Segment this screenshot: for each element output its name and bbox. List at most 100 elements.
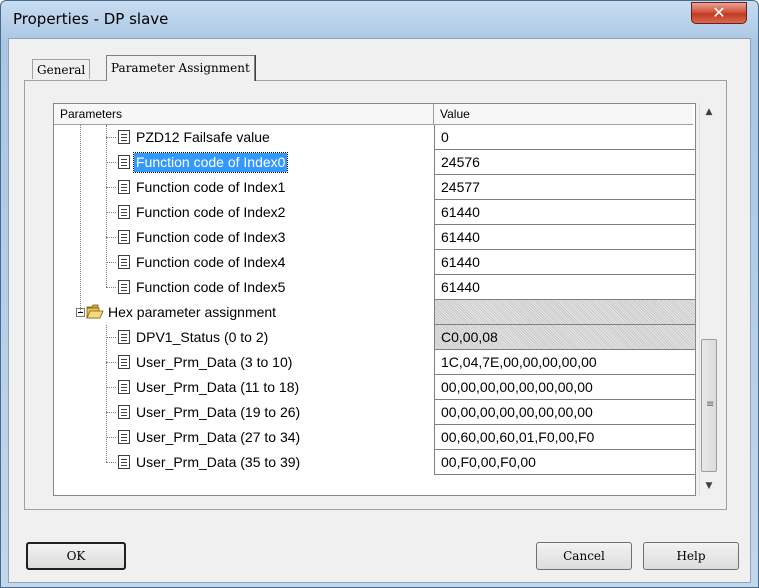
parameter-label: Function code of Index5 <box>136 279 286 295</box>
parameter-row[interactable]: DPV1_Status (0 to 2) C0,00,08 <box>54 325 695 350</box>
parameter-row[interactable]: User_Prm_Data (27 to 34) 00,60,00,60,01,F… <box>54 425 695 450</box>
document-icon <box>118 355 130 369</box>
parameter-value-cell[interactable]: 61440 <box>434 250 695 275</box>
window-title: Properties - DP slave <box>13 10 169 28</box>
document-icon <box>118 405 130 419</box>
parameter-name-cell[interactable]: Hex parameter assignment <box>54 300 434 325</box>
parameter-grid: Parameters Value PZD12 Failsafe value 0 Fu… <box>53 103 696 496</box>
parameter-name-cell[interactable]: Function code of Index0 <box>54 150 434 175</box>
tree-connector <box>106 387 116 388</box>
parameter-label: Function code of Index0 <box>132 152 289 173</box>
document-icon <box>118 230 130 244</box>
tree-connector <box>106 412 116 413</box>
parameter-row[interactable]: User_Prm_Data (3 to 10) 1C,04,7E,00,00,00… <box>54 350 695 375</box>
tree-connector <box>106 262 116 263</box>
parameter-row[interactable]: User_Prm_Data (19 to 26) 00,00,00,00,00,0… <box>54 400 695 425</box>
parameter-name-cell[interactable]: User_Prm_Data (19 to 26) <box>54 400 434 425</box>
document-icon <box>118 330 130 344</box>
close-icon: ✕ <box>712 3 726 22</box>
parameter-value-cell[interactable]: 00,60,00,60,01,F0,00,F0 <box>434 425 695 450</box>
parameter-label: PZD12 Failsafe value <box>136 129 270 145</box>
parameter-name-cell[interactable]: DPV1_Status (0 to 2) <box>54 325 434 350</box>
tree-connector <box>106 212 116 213</box>
vertical-scrollbar[interactable]: ▲ ≡ ▼ <box>699 103 718 496</box>
cancel-button[interactable]: Cancel <box>536 542 632 570</box>
parameter-value-cell[interactable]: C0,00,08 <box>434 325 695 350</box>
scrollbar-thumb[interactable]: ≡ <box>701 339 717 472</box>
parameter-row[interactable]: Function code of Index1 24577 <box>54 175 695 200</box>
parameter-value-cell[interactable]: 00,00,00,00,00,00,00,00 <box>434 400 695 425</box>
folder-label: Hex parameter assignment <box>108 304 277 320</box>
tab-general[interactable]: General <box>32 59 91 79</box>
open-folder-icon <box>86 304 104 319</box>
parameter-name-cell[interactable]: User_Prm_Data (27 to 34) <box>54 425 434 450</box>
tree-folder-row[interactable]: Hex parameter assignment <box>54 300 695 325</box>
tree-connector <box>106 125 107 287</box>
column-header-value[interactable]: Value <box>434 104 693 125</box>
parameter-value-cell <box>434 300 695 325</box>
parameter-value-cell[interactable]: 61440 <box>434 275 695 300</box>
document-icon <box>118 280 130 294</box>
document-icon <box>118 205 130 219</box>
ok-button[interactable]: OK <box>26 542 126 570</box>
document-icon <box>118 430 130 444</box>
scroll-down-arrow-icon[interactable]: ▼ <box>700 477 718 495</box>
parameter-label: User_Prm_Data (11 to 18) <box>136 379 300 395</box>
parameter-value-cell[interactable]: 00,F0,00,F0,00 <box>434 450 695 475</box>
document-icon <box>118 255 130 269</box>
parameter-label: User_Prm_Data (27 to 34) <box>136 429 301 445</box>
scroll-up-arrow-icon[interactable]: ▲ <box>700 103 718 121</box>
parameter-name-cell[interactable]: User_Prm_Data (11 to 18) <box>54 375 434 400</box>
tree-connector <box>106 287 116 288</box>
parameter-name-cell[interactable]: Function code of Index4 <box>54 250 434 275</box>
parameter-value-cell[interactable]: 24576 <box>434 150 695 175</box>
properties-dialog: Properties - DP slave ✕ General Paramete… <box>0 0 759 588</box>
tree-connector <box>106 437 116 438</box>
document-icon <box>118 380 130 394</box>
tree-connector <box>106 462 116 463</box>
title-bar[interactable]: Properties - DP slave ✕ <box>1 1 758 37</box>
parameter-name-cell[interactable]: Function code of Index1 <box>54 175 434 200</box>
parameter-value-cell[interactable]: 00,00,00,00,00,00,00,00 <box>434 375 695 400</box>
tree-connector <box>106 162 116 163</box>
parameter-value-cell[interactable]: 1C,04,7E,00,00,00,00,00 <box>434 350 695 375</box>
parameter-value-cell[interactable]: 24577 <box>434 175 695 200</box>
parameter-label: DPV1_Status (0 to 2) <box>136 329 269 345</box>
document-icon <box>118 455 130 469</box>
parameter-row[interactable]: Function code of Index5 61440 <box>54 275 695 300</box>
parameter-label: User_Prm_Data (3 to 10) <box>136 354 293 370</box>
tree-connector <box>106 237 116 238</box>
parameter-row[interactable]: Function code of Index0 24576 <box>54 150 695 175</box>
tab-parameter-assignment[interactable]: Parameter Assignment <box>106 55 255 81</box>
parameter-label: Function code of Index2 <box>136 204 286 220</box>
parameter-name-cell[interactable]: Function code of Index3 <box>54 225 434 250</box>
parameter-row[interactable]: Function code of Index2 61440 <box>54 200 695 225</box>
parameter-row[interactable]: PZD12 Failsafe value 0 <box>54 125 695 150</box>
parameter-name-cell[interactable]: PZD12 Failsafe value <box>54 125 434 150</box>
tree-connector <box>106 187 116 188</box>
parameter-row[interactable]: User_Prm_Data (11 to 18) 00,00,00,00,00,0… <box>54 375 695 400</box>
parameter-row[interactable]: User_Prm_Data (35 to 39) 00,F0,00,F0,00 <box>54 450 695 475</box>
column-header-parameters[interactable]: Parameters <box>54 104 434 125</box>
parameter-value-cell[interactable]: 61440 <box>434 200 695 225</box>
help-button[interactable]: Help <box>643 542 739 570</box>
document-icon <box>118 155 130 169</box>
parameter-row[interactable]: Function code of Index4 61440 <box>54 250 695 275</box>
document-icon <box>118 180 130 194</box>
parameter-value-cell[interactable]: 61440 <box>434 225 695 250</box>
close-button[interactable]: ✕ <box>691 2 747 24</box>
parameter-name-cell[interactable]: User_Prm_Data (3 to 10) <box>54 350 434 375</box>
parameter-name-cell[interactable]: Function code of Index2 <box>54 200 434 225</box>
tree-connector <box>106 137 116 138</box>
parameter-name-cell[interactable]: Function code of Index5 <box>54 275 434 300</box>
tree-connector <box>106 362 116 363</box>
parameter-row[interactable]: Function code of Index3 61440 <box>54 225 695 250</box>
tree-connector <box>106 325 107 462</box>
parameter-name-cell[interactable]: User_Prm_Data (35 to 39) <box>54 450 434 475</box>
parameter-label: Function code of Index1 <box>136 179 286 195</box>
tree-connector <box>106 337 116 338</box>
document-icon <box>118 130 130 144</box>
parameter-value-cell[interactable]: 0 <box>434 125 695 150</box>
parameter-label: Function code of Index3 <box>136 229 286 245</box>
parameter-label: User_Prm_Data (19 to 26) <box>136 404 301 420</box>
